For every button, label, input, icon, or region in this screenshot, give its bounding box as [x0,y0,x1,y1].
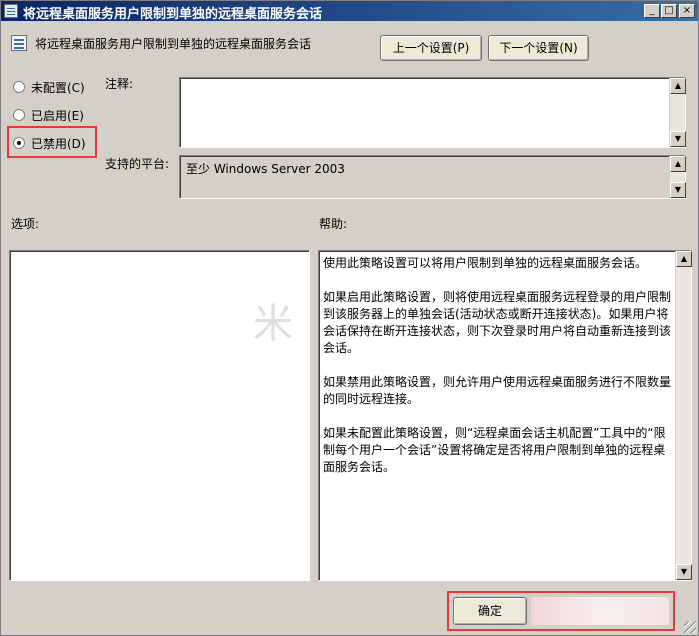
help-text: 使用此策略设置可以将用户限制到单独的远程桌面服务会话。 如果启用此策略设置，则将… [323,255,671,493]
options-label: 选项: [11,217,40,231]
platform-field: 至少 Windows Server 2003 ▲ ▼ [179,155,686,199]
radio-circle[interactable] [13,81,25,93]
policy-icon [4,4,18,18]
window-title: 将远程桌面服务用户限制到单独的远程桌面服务会话 [23,7,323,22]
scroll-down-icon[interactable]: ▼ [676,564,692,580]
scroll-up-icon[interactable]: ▲ [670,156,686,172]
help-scrollbar[interactable]: ▲ ▼ [675,251,692,580]
next-setting-button[interactable]: 下一个设置(N) [488,35,589,61]
help-pane: 使用此策略设置可以将用户限制到单独的远程桌面服务会话。 如果启用此策略设置，则将… [318,250,692,581]
highlight-box [7,126,97,158]
title-bar[interactable]: 将远程桌面服务用户限制到单独的远程桌面服务会话 _ □ × [1,1,698,22]
platform-scrollbar[interactable]: ▲ ▼ [669,156,686,198]
help-paragraph: 如果未配置此策略设置，则“远程桌面会话主机配置”工具中的“限制每个用户一个会话”… [323,426,666,474]
resize-grip-icon[interactable] [684,621,696,633]
help-paragraph: 使用此策略设置可以将用户限制到单独的远程桌面服务会话。 [323,256,648,270]
highlight-box [447,591,675,631]
radio-not-configured[interactable]: 未配置(C) [13,77,85,97]
previous-setting-button[interactable]: 上一个设置(P) [380,35,482,61]
scroll-up-icon[interactable]: ▲ [670,78,686,94]
comment-scrollbar[interactable]: ▲ ▼ [669,78,686,147]
comment-textarea[interactable]: ▲ ▼ [179,77,686,148]
minimize-button[interactable]: _ [644,4,660,18]
scroll-down-icon[interactable]: ▼ [670,182,686,198]
help-paragraph: 如果启用此策略设置，则将使用远程桌面服务远程登录的用户限制到该服务器上的单独会话… [323,290,672,355]
watermark-text: 米 [253,301,293,347]
comment-label: 注释: [105,77,134,91]
radio-label: 已启用(E) [31,108,84,123]
settings-icon [11,35,27,51]
radio-circle[interactable] [13,109,25,121]
scroll-down-icon[interactable]: ▼ [670,131,686,147]
policy-name: 将远程桌面服务用户限制到单独的远程桌面服务会话 [35,37,312,51]
platform-label: 支持的平台: [105,157,170,171]
help-paragraph: 如果禁用此策略设置，则允许用户使用远程桌面服务进行不限数量的同时远程连接。 [323,375,672,406]
scroll-up-icon[interactable]: ▲ [676,251,692,267]
radio-enabled[interactable]: 已启用(E) [13,105,84,125]
radio-label: 未配置(C) [31,80,85,95]
platform-value: 至少 Windows Server 2003 [186,162,345,176]
maximize-button[interactable]: □ [661,4,677,18]
policy-dialog: 将远程桌面服务用户限制到单独的远程桌面服务会话 _ □ × 将远程桌面服务用户限… [0,0,699,636]
close-button[interactable]: × [679,4,695,18]
help-label: 帮助: [319,217,348,231]
